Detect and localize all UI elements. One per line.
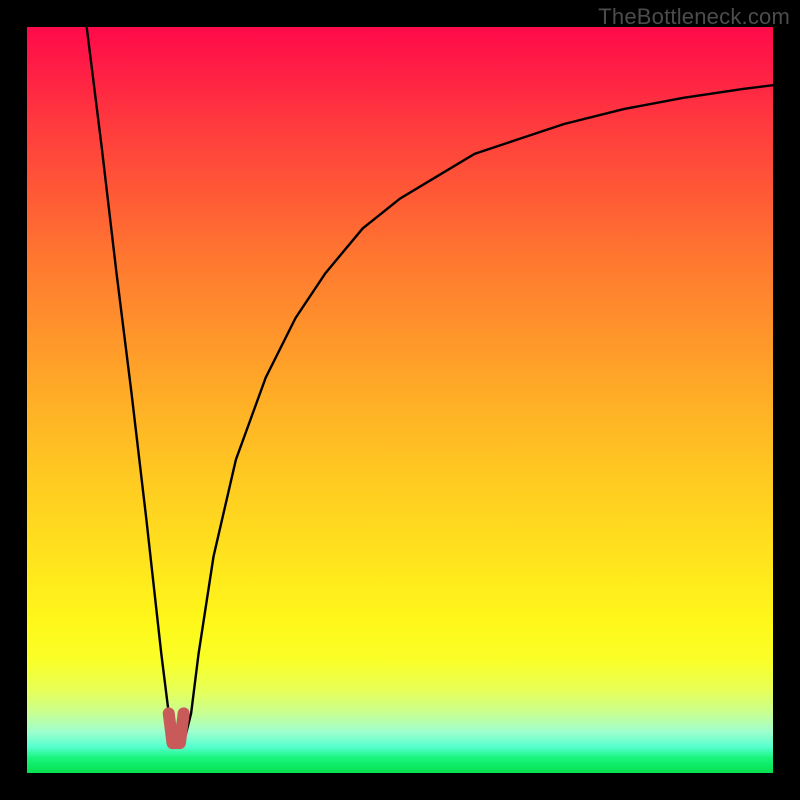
plot-area bbox=[27, 27, 773, 773]
bottleneck-curve bbox=[27, 27, 773, 773]
watermark-text: TheBottleneck.com bbox=[598, 4, 790, 30]
chart-frame: TheBottleneck.com bbox=[0, 0, 800, 800]
